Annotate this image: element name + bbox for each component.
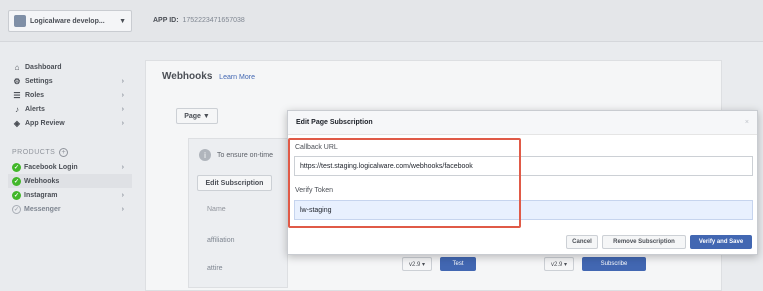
sidebar-item-app-review[interactable]: ◈ App Review › bbox=[8, 116, 132, 130]
sidebar-item-settings[interactable]: ⚙ Settings › bbox=[8, 74, 132, 88]
version-select[interactable]: v2.9 ▾ bbox=[402, 257, 432, 271]
subscribe-button[interactable]: Subscribe bbox=[582, 257, 646, 271]
app-selector[interactable]: Logicalware develop... ▼ bbox=[8, 10, 132, 32]
sidebar: ⌂ Dashboard ⚙ Settings › ☰ Roles › ♪ Ale… bbox=[8, 60, 132, 216]
sidebar-item-label: App Review bbox=[25, 119, 65, 127]
sidebar-item-facebook-login[interactable]: ✓ Facebook Login › bbox=[8, 160, 132, 174]
edit-subscription-button[interactable]: Edit Subscription bbox=[197, 175, 272, 191]
products-label: PRODUCTS bbox=[12, 148, 56, 156]
app-id-label: APP ID: bbox=[153, 17, 179, 24]
object-type-select[interactable]: Page ▼ bbox=[176, 108, 218, 124]
chevron-right-icon: › bbox=[121, 119, 124, 127]
check-icon: ✓ bbox=[12, 190, 21, 200]
sidebar-item-alerts[interactable]: ♪ Alerts › bbox=[8, 102, 132, 116]
page-title-text: Webhooks bbox=[162, 71, 213, 82]
cancel-button[interactable]: Cancel bbox=[566, 235, 598, 249]
check-icon: ✓ bbox=[12, 176, 21, 186]
info-notice: i To ensure on-time bbox=[199, 149, 273, 161]
pending-icon: ✓ bbox=[12, 204, 21, 214]
callback-url-field[interactable]: https://test.staging.logicalware.com/web… bbox=[294, 156, 753, 176]
app-name: Logicalware develop... bbox=[30, 17, 105, 25]
table-row: attire bbox=[207, 265, 223, 272]
verify-token-label: Verify Token bbox=[295, 187, 334, 194]
version-select[interactable]: v2.9 ▾ bbox=[544, 257, 574, 271]
check-icon: ✓ bbox=[12, 162, 21, 172]
home-icon: ⌂ bbox=[14, 62, 20, 72]
app-id: APP ID: 1752223471657038 bbox=[153, 17, 245, 24]
sidebar-item-label: Settings bbox=[25, 77, 53, 85]
bell-icon: ♪ bbox=[15, 104, 19, 114]
sidebar-item-instagram[interactable]: ✓ Instagram › bbox=[8, 188, 132, 202]
dialog-title: Edit Page Subscription bbox=[288, 111, 757, 135]
sidebar-item-label: Messenger bbox=[24, 205, 61, 213]
learn-more-link[interactable]: Learn More bbox=[219, 74, 255, 81]
test-button[interactable]: Test bbox=[440, 257, 476, 271]
sidebar-item-label: Webhooks bbox=[24, 177, 60, 185]
sidebar-item-label: Dashboard bbox=[25, 63, 62, 71]
top-bar: Logicalware develop... ▼ APP ID: 1752223… bbox=[0, 0, 763, 42]
callback-url-label: Callback URL bbox=[295, 144, 338, 151]
close-icon[interactable]: × bbox=[745, 119, 749, 126]
sidebar-item-webhooks[interactable]: ✓ Webhooks bbox=[8, 174, 132, 188]
column-header-name: Name bbox=[207, 206, 226, 213]
gear-icon: ⚙ bbox=[13, 76, 21, 86]
products-heading: PRODUCTS + bbox=[8, 144, 132, 160]
chevron-right-icon: › bbox=[121, 191, 124, 199]
chevron-right-icon: › bbox=[121, 163, 124, 171]
chevron-right-icon: › bbox=[121, 91, 124, 99]
info-text: To ensure on-time bbox=[217, 151, 274, 159]
sidebar-item-label: Facebook Login bbox=[24, 163, 78, 171]
verify-and-save-button[interactable]: Verify and Save bbox=[690, 235, 752, 249]
sidebar-item-roles[interactable]: ☰ Roles › bbox=[8, 88, 132, 102]
shield-icon: ◈ bbox=[13, 118, 21, 128]
app-id-value: 1752223471657038 bbox=[182, 17, 245, 24]
chevron-right-icon: › bbox=[121, 77, 124, 85]
sidebar-item-messenger[interactable]: ✓ Messenger › bbox=[8, 202, 132, 216]
sidebar-item-label: Roles bbox=[25, 91, 45, 99]
edit-page-subscription-dialog: Edit Page Subscription × Callback URL ht… bbox=[287, 110, 758, 255]
chevron-right-icon: › bbox=[121, 105, 124, 113]
table-row: affiliation bbox=[207, 237, 235, 244]
remove-subscription-button[interactable]: Remove Subscription bbox=[602, 235, 686, 249]
add-product-icon[interactable]: + bbox=[59, 147, 69, 157]
chevron-right-icon: › bbox=[121, 205, 124, 213]
sidebar-item-label: Alerts bbox=[25, 105, 45, 113]
sidebar-item-dashboard[interactable]: ⌂ Dashboard bbox=[8, 60, 132, 74]
roles-icon: ☰ bbox=[13, 90, 21, 100]
verify-token-field[interactable]: lw-staging bbox=[294, 200, 753, 220]
app-logo-icon bbox=[14, 15, 26, 27]
sidebar-item-label: Instagram bbox=[24, 191, 58, 199]
page-title: Webhooks Learn More bbox=[162, 71, 255, 82]
subscription-panel: i To ensure on-time Edit Subscription Na… bbox=[188, 138, 288, 288]
chevron-down-icon: ▼ bbox=[119, 17, 126, 25]
info-icon: i bbox=[199, 149, 211, 161]
